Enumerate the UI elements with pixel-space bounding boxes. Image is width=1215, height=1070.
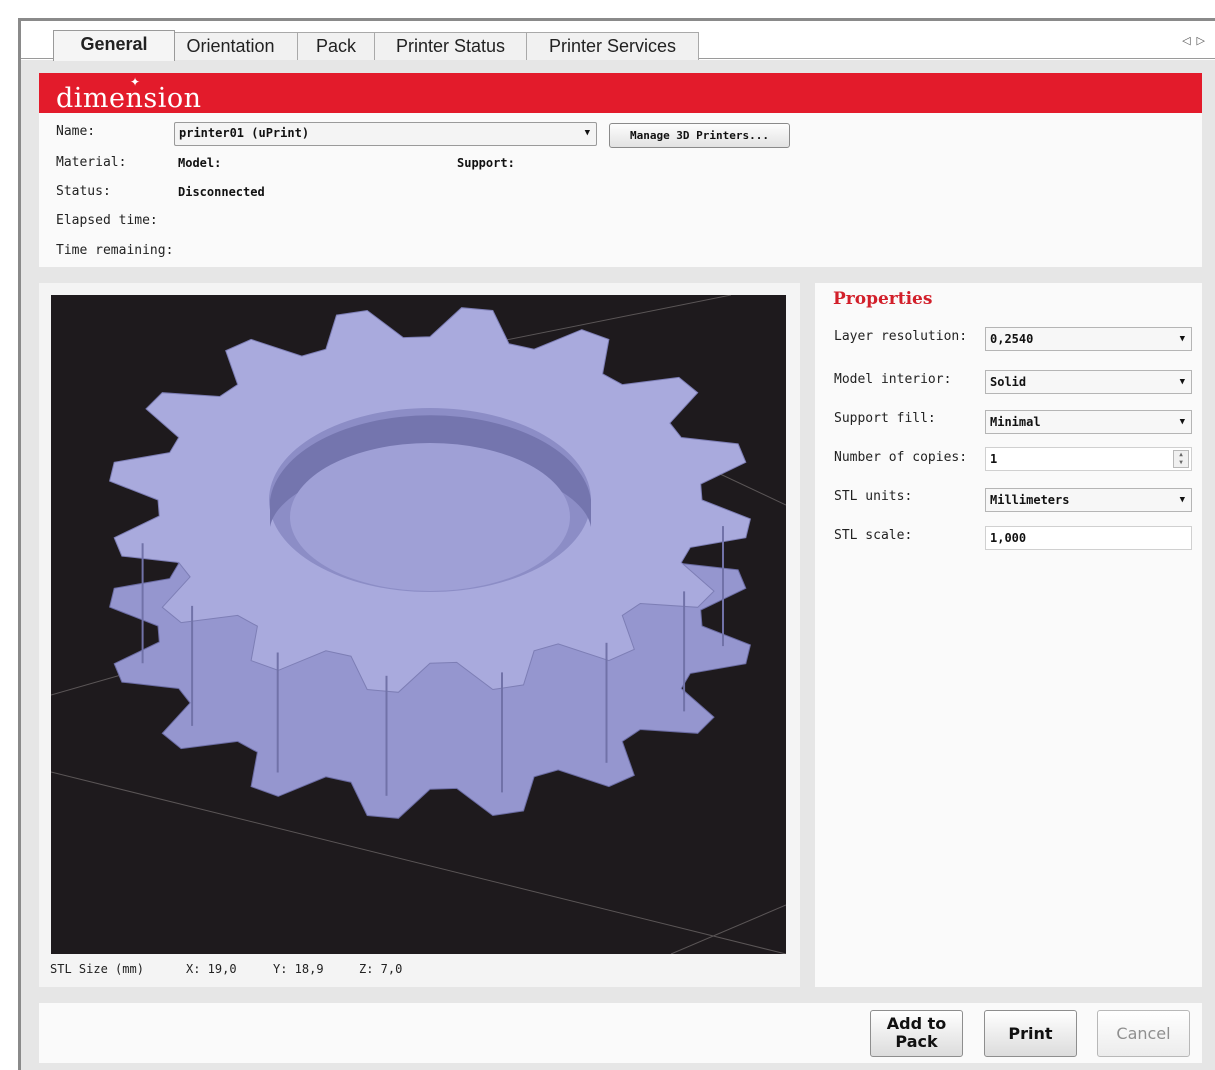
add-to-pack-line1: Add to — [886, 1014, 947, 1033]
tab-orientation[interactable]: Orientation — [163, 32, 298, 60]
support-fill-select[interactable]: Minimal ▼ — [985, 410, 1192, 434]
3d-viewport[interactable] — [51, 295, 786, 954]
layer-resolution-label: Layer resolution: — [834, 329, 968, 344]
printer-info-panel: dimension ✦ Name: printer01 (uPrint) ▼ Ma… — [39, 73, 1202, 267]
stl-scale-label: STL scale: — [834, 528, 913, 543]
stl-size-z: Z: 7,0 — [359, 962, 403, 976]
dimension-logo: dimension ✦ — [56, 75, 202, 114]
chevron-down-icon: ▼ — [1179, 495, 1185, 505]
chevron-down-icon: ▼ — [1179, 377, 1185, 387]
tab-printer-services[interactable]: Printer Services — [526, 32, 699, 60]
gear-model — [51, 295, 786, 954]
add-to-pack-button[interactable]: Add to Pack — [870, 1010, 963, 1057]
stl-units-value: Millimeters — [990, 493, 1070, 507]
status-value: Disconnected — [178, 185, 265, 199]
chevron-down-icon: ▼ — [584, 128, 590, 138]
logo-star-icon: ✦ — [130, 75, 141, 89]
stl-units-label: STL units: — [834, 489, 913, 504]
copies-label: Number of copies: — [834, 450, 968, 465]
printer-select[interactable]: printer01 (uPrint) ▼ — [174, 122, 597, 146]
material-label: Material: — [56, 155, 127, 170]
print-button[interactable]: Print — [984, 1010, 1077, 1057]
copies-input[interactable]: 1 ▲ ▼ — [985, 447, 1192, 471]
manage-printers-button[interactable]: Manage 3D Printers... — [609, 123, 790, 148]
properties-panel: Properties Layer resolution: 0,2540 ▼ Mo… — [815, 283, 1202, 987]
add-to-pack-line2: Pack — [895, 1032, 938, 1051]
support-fill-label: Support fill: — [834, 411, 936, 426]
copies-spinner-icon[interactable]: ▲ ▼ — [1173, 450, 1189, 468]
stl-size-label: STL Size (mm) — [50, 962, 144, 976]
brand-bar: dimension ✦ — [39, 73, 1202, 114]
name-label: Name: — [56, 124, 96, 139]
cancel-button[interactable]: Cancel — [1097, 1010, 1190, 1057]
tab-general[interactable]: General — [53, 30, 175, 61]
model-interior-value: Solid — [990, 375, 1027, 389]
support-fill-value: Minimal — [990, 415, 1041, 429]
stl-scale-input[interactable]: 1,000 — [985, 526, 1192, 550]
stl-size-x: X: 19,0 — [186, 962, 237, 976]
stl-units-select[interactable]: Millimeters ▼ — [985, 488, 1192, 512]
tab-bar: General Orientation Pack Printer Status … — [21, 21, 1215, 61]
logo-text: dimension — [56, 83, 202, 114]
properties-title: Properties — [833, 289, 933, 309]
chevron-down-icon: ▼ — [1179, 334, 1185, 344]
model-material-label: Model: — [178, 156, 222, 170]
printer-select-value: printer01 (uPrint) — [179, 126, 310, 140]
support-material-label: Support: — [457, 156, 515, 170]
tab-scroll-arrows[interactable]: ◁▷ — [1182, 34, 1211, 47]
chevron-down-icon: ▼ — [1179, 417, 1185, 427]
model-viewer-panel: STL Size (mm) X: 19,0 Y: 18,9 Z: 7,0 — [39, 283, 800, 987]
model-interior-label: Model interior: — [834, 372, 952, 387]
layer-resolution-select[interactable]: 0,2540 ▼ — [985, 327, 1192, 351]
elapsed-time-label: Elapsed time: — [56, 213, 158, 228]
time-remaining-label: Time remaining: — [56, 243, 174, 258]
model-interior-select[interactable]: Solid ▼ — [985, 370, 1192, 394]
layer-resolution-value: 0,2540 — [990, 332, 1034, 346]
tab-pack[interactable]: Pack — [297, 32, 375, 60]
status-label: Status: — [56, 184, 111, 199]
copies-value: 1 — [990, 452, 998, 466]
tab-printer-status[interactable]: Printer Status — [374, 32, 527, 60]
stl-scale-value: 1,000 — [990, 531, 1027, 545]
stl-size-y: Y: 18,9 — [273, 962, 324, 976]
